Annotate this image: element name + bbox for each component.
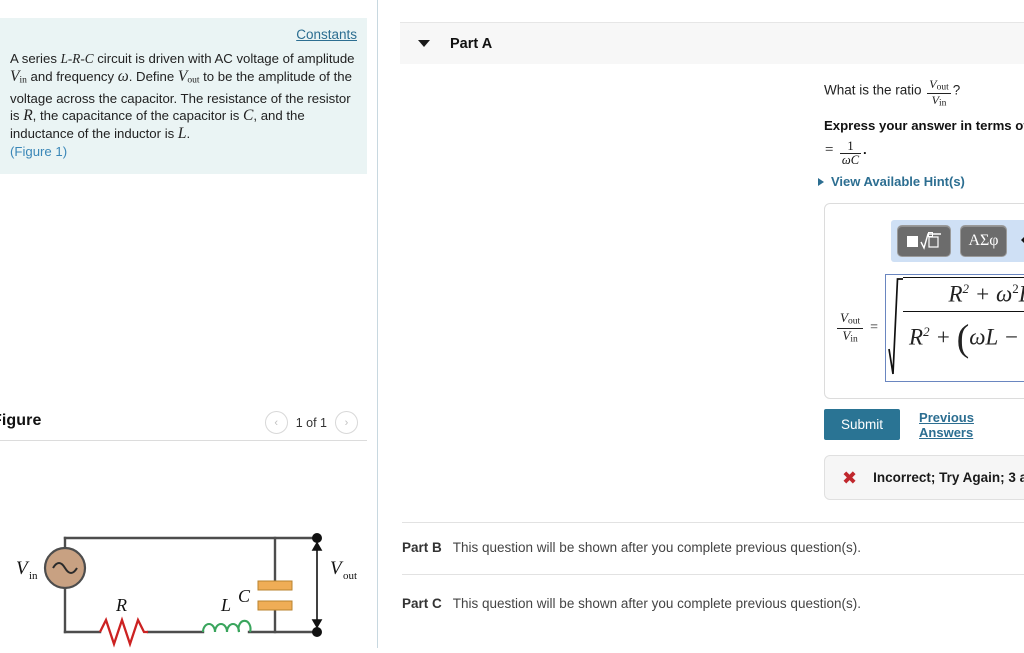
part-b-label: Part B	[402, 540, 442, 555]
view-hints-toggle[interactable]: View Available Hint(s)	[818, 174, 965, 189]
part-c-divider	[402, 574, 1024, 575]
problem-statement-text: A series L-R-C circuit is driven with AC…	[0, 50, 367, 160]
figure-prev-button[interactable]: ‹	[264, 411, 288, 434]
undo-button[interactable]	[1016, 228, 1024, 254]
circuit-label-R: R	[115, 595, 127, 615]
sqrt-expression: R2 + ω2L2 R2 + (ωL − 1ωC)2	[888, 277, 1024, 379]
symbol-C: C	[243, 107, 254, 125]
part-b-divider	[402, 522, 1024, 523]
chevron-down-icon[interactable]	[418, 40, 430, 47]
part-c-label: Part C	[402, 596, 442, 611]
problem-text-p3: . Define	[128, 68, 178, 84]
feedback-banner: ✖ Incorrect; Try Again; 3 attempts remai…	[824, 455, 1024, 500]
problem-text-p1: circuit is driven with AC voltage of amp…	[93, 51, 355, 66]
part-c-message: This question will be shown after you co…	[452, 596, 861, 611]
answer-lhs: Vout Vin	[837, 309, 864, 346]
symbol-L: L	[177, 125, 187, 143]
chevron-left-icon: ‹	[274, 416, 279, 429]
problem-text-intro: A series	[10, 51, 61, 66]
radicand: R2 + ω2L2 R2 + (ωL − 1ωC)2	[903, 277, 1024, 379]
error-x-icon: ✖	[842, 467, 858, 488]
part-a-question: What is the ratio Vout Vin?	[824, 78, 1024, 110]
question-suffix: ?	[952, 82, 961, 98]
problem-page: Constants A series L-R-C circuit is driv…	[0, 0, 1024, 648]
ratio-denominator: Vin	[927, 93, 951, 109]
instruction-xc-fraction: 1 ωC	[839, 139, 862, 167]
ratio-fraction: Vout Vin	[927, 77, 951, 110]
feedback-text: Incorrect; Try Again; 3 attempts remaini…	[873, 470, 1024, 485]
view-hints-label: View Available Hint(s)	[831, 174, 965, 189]
problem-text-p7: .	[186, 126, 191, 142]
circuit-label-vin-sub: in	[29, 570, 38, 582]
symbol-vout: V	[177, 67, 188, 85]
greek-symbols-button[interactable]: ΑΣφ	[960, 225, 1007, 257]
constants-row: Constants	[0, 24, 367, 50]
constants-link[interactable]: Constants	[296, 27, 357, 42]
question-prefix: What is the ratio	[824, 82, 926, 98]
part-a-title: Part A	[450, 35, 493, 52]
problem-statement-panel: Constants A series L-R-C circuit is driv…	[0, 18, 367, 175]
figure-title: Figure	[0, 412, 42, 429]
part-c-row[interactable]: Part C This question will be shown after…	[402, 596, 861, 611]
answer-lhs-numerator: Vout	[840, 309, 861, 327]
circuit-label-vout-sub: out	[343, 570, 357, 582]
left-problem-column: Constants A series L-R-C circuit is driv…	[0, 0, 367, 648]
symbol-R: R	[23, 107, 33, 125]
sqrt-template-icon	[907, 231, 941, 250]
resistor-symbol	[98, 616, 148, 648]
symbol-omega: ω	[117, 67, 129, 85]
part-a-instruction: Express your answer in terms of either R…	[824, 116, 1024, 167]
chevron-right-icon: ›	[344, 416, 349, 429]
circuit-label-L: L	[220, 595, 231, 615]
part-a-header[interactable]: Part A	[400, 22, 1024, 64]
circuit-diagram: V in V out R L C	[0, 455, 367, 648]
undo-arrow-icon	[1021, 237, 1024, 243]
math-editor-toolbar: ΑΣφ	[891, 220, 1024, 262]
right-question-column: Part A What is the ratio Vout Vin? Expres…	[378, 0, 1024, 648]
symbol-vout-subscript: out	[187, 75, 200, 86]
answer-lhs-denominator: Vin	[837, 327, 864, 346]
previous-answers-link[interactable]: Previous Answers	[919, 410, 1024, 440]
part-b-row[interactable]: Part B This question will be shown after…	[402, 540, 861, 555]
inductor-symbol	[201, 619, 252, 633]
submit-button[interactable]: Submit	[824, 409, 901, 440]
answer-card: ΑΣφ Vout Vin = R2 + ω2 R2 + (ωL −	[824, 203, 1024, 399]
circuit-label-vout: V	[330, 558, 344, 579]
greek-symbols-label: ΑΣφ	[968, 232, 999, 249]
part-b-message: This question will be shown after you co…	[452, 540, 861, 555]
circuit-label-vin: V	[16, 558, 30, 579]
answer-equals-sign: =	[870, 320, 878, 335]
circuit-label-C: C	[238, 586, 251, 606]
capacitor-symbol	[257, 580, 293, 611]
radical-glyph	[888, 278, 903, 375]
problem-text-circuit-type: L-R-C	[60, 51, 94, 66]
problem-text-p2: and frequency	[26, 68, 118, 84]
figure-next-button[interactable]: ›	[335, 411, 358, 434]
symbol-vin-subscript: in	[19, 75, 27, 86]
ratio-numerator: Vout	[929, 77, 949, 93]
figure-counter: 1 of 1	[295, 415, 327, 430]
template-sqrt-button[interactable]	[897, 225, 951, 257]
submit-row: Submit Previous Answers	[824, 409, 1024, 440]
chevron-right-icon	[818, 177, 824, 186]
figure-divider	[0, 440, 367, 441]
answer-denominator: R2 + (ωL − 1ωC)2	[903, 310, 1024, 362]
answer-numerator: R2 + ω2L2	[948, 281, 1024, 307]
radical-sign-icon	[888, 277, 903, 379]
answer-input-box[interactable]: R2 + ω2L2 R2 + (ωL − 1ωC)2	[885, 274, 1024, 382]
instruction-lead: Express your answer in terms of either	[824, 118, 1024, 133]
circuit-svg: V in V out R L C	[16, 533, 357, 648]
answer-equation-row: Vout Vin = R2 + ω2L2	[837, 274, 1024, 382]
answer-fraction: R2 + ω2L2 R2 + (ωL − 1ωC)2	[903, 280, 1024, 362]
figure-navigation: ‹ 1 of 1 ›	[264, 411, 358, 434]
problem-text-p5: , the capacitance of the capacitor is	[32, 108, 244, 124]
figure-reference-link[interactable]: (Figure 1)	[10, 144, 67, 159]
vout-arrow	[311, 541, 323, 629]
